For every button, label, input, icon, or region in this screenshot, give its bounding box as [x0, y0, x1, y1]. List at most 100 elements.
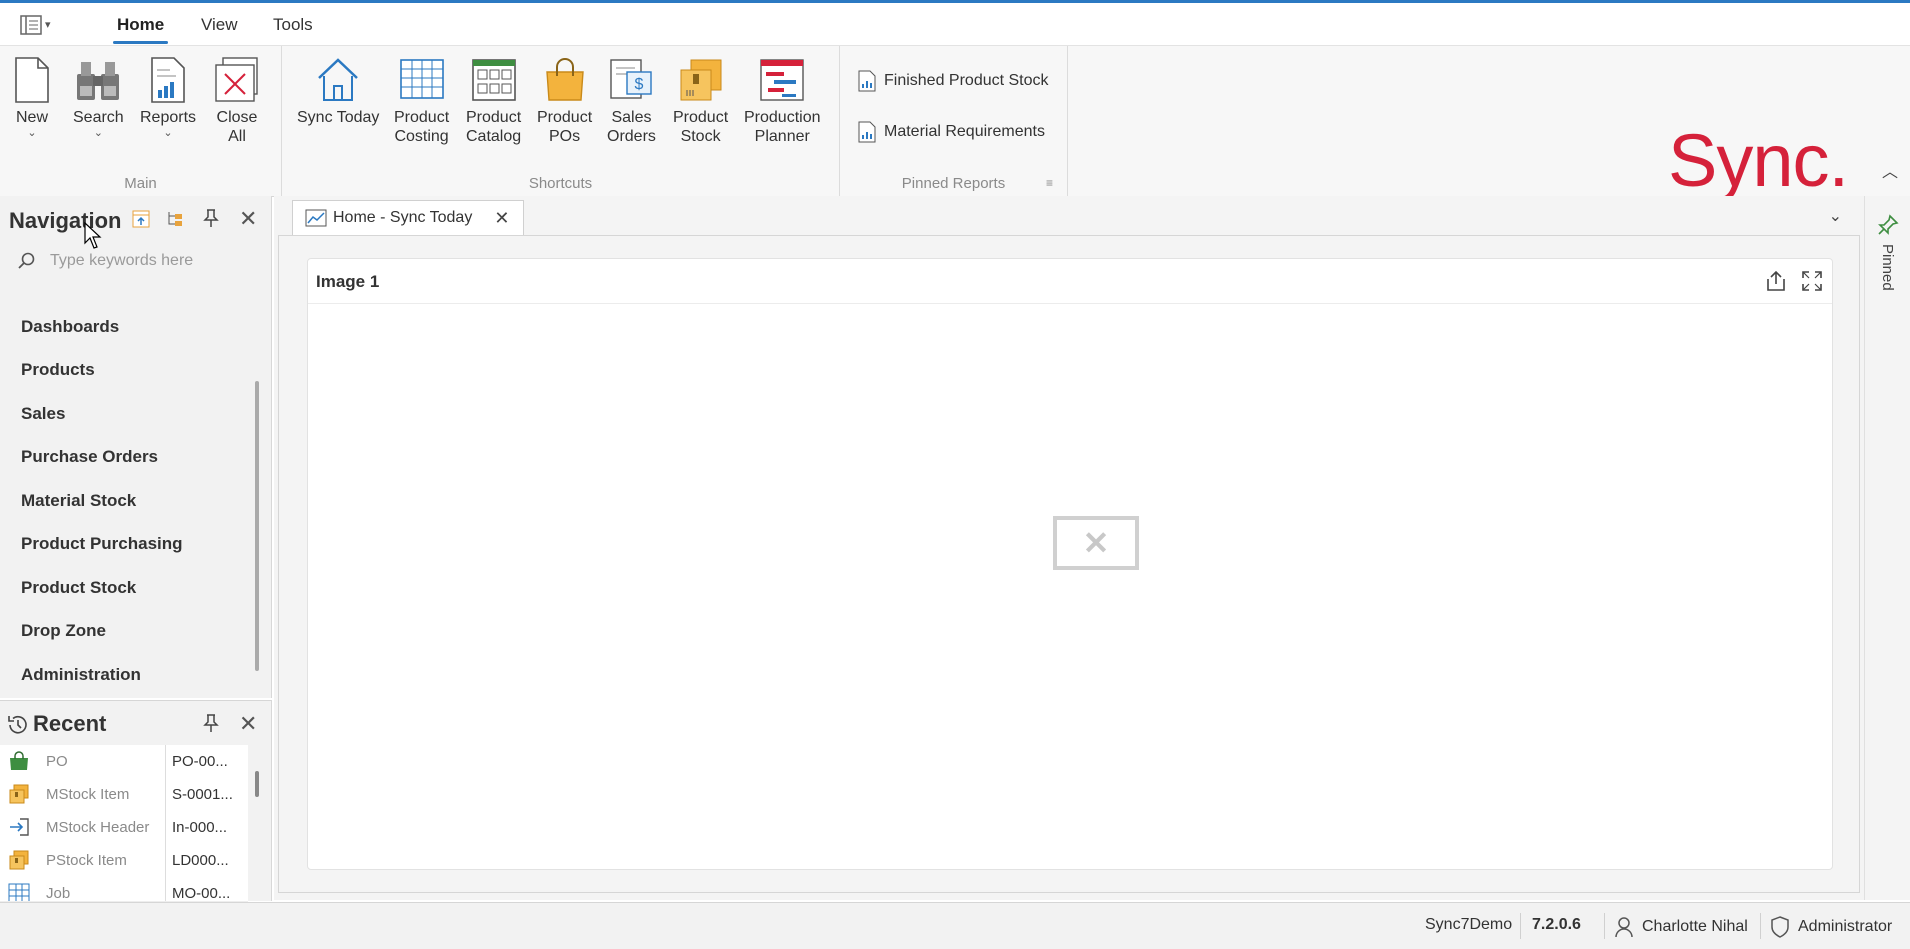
app-menu-button[interactable]: ▾ [20, 13, 58, 37]
status-separator [1760, 913, 1761, 939]
sync-today-label: Sync Today [297, 109, 380, 126]
collapse-ribbon-icon[interactable]: ︿ [1882, 158, 1898, 182]
nav-item-administration[interactable]: Administration [21, 665, 141, 685]
recent-row-type: PO [46, 753, 68, 770]
sales-orders-button[interactable]: $ Sales Orders [607, 56, 656, 146]
navigation-panel: Navigation ✕ Type keywords here Dashboar… [0, 196, 272, 698]
nav-item-sales[interactable]: Sales [21, 404, 65, 424]
shopping-bag-icon [545, 58, 584, 101]
group-options-icon[interactable]: ≡ [1046, 176, 1053, 190]
pin-icon[interactable] [203, 713, 219, 738]
recent-row[interactable]: Job MO-00... [0, 877, 248, 902]
pinned-report-finished-product-stock[interactable]: Finished Product Stock [858, 70, 1049, 92]
bag-icon [10, 751, 28, 770]
stock-box-icon [680, 59, 722, 101]
chevron-down-icon: ▾ [45, 19, 51, 31]
recent-row[interactable]: MStock Item S-0001... [0, 778, 248, 812]
sync-logo: Sync. [1668, 119, 1849, 202]
status-database: Sync7Demo [1425, 916, 1513, 933]
close-tab-icon[interactable]: ✕ [494, 208, 509, 229]
product-stock-button[interactable]: Product Stock [673, 56, 728, 146]
product-pos-button[interactable]: Product POs [537, 56, 592, 146]
recent-row-type: Job [46, 885, 71, 902]
tab-tools[interactable]: Tools [273, 15, 313, 35]
navigation-search[interactable]: Type keywords here [18, 248, 258, 274]
status-version: 7.2.0.6 [1532, 916, 1581, 933]
spreadsheet-icon [399, 59, 444, 99]
product-costing-label: Product [394, 109, 450, 126]
document-tab-home[interactable]: Home - Sync Today ✕ [292, 200, 524, 235]
image-card: Image 1 ✕ [307, 258, 1833, 870]
report-icon [858, 70, 876, 92]
status-role[interactable]: Administrator [1770, 916, 1892, 938]
image-card-header: Image 1 [308, 259, 1832, 304]
product-catalog-label-line2: Catalog [466, 128, 522, 145]
planner-gantt-icon [760, 59, 804, 101]
product-stock-label-line2: Stock [680, 128, 721, 145]
menu-bar: ▾ Home View Tools [0, 3, 1910, 45]
nav-item-products[interactable]: Products [21, 360, 95, 380]
sales-invoice-icon: $ [610, 59, 653, 99]
mouse-cursor-icon [84, 222, 102, 249]
pinned-strip[interactable]: Pinned [1864, 196, 1910, 900]
maximize-icon[interactable] [1800, 269, 1824, 293]
sync-today-button[interactable]: Sync Today [297, 56, 379, 127]
close-icon[interactable]: ✕ [239, 206, 257, 232]
ribbon-group-label-shortcuts: Shortcuts [528, 175, 593, 192]
search-input[interactable]: Type keywords here [50, 252, 193, 270]
pinned-report-material-requirements[interactable]: Material Requirements [858, 121, 1045, 143]
ribbon-group-shortcuts: Sync Today Product Costing Product Catal… [282, 46, 840, 196]
nav-item-purchase-orders[interactable]: Purchase Orders [21, 447, 158, 467]
nav-item-drop-zone[interactable]: Drop Zone [21, 621, 106, 641]
search-button[interactable]: Search ⌄ [73, 56, 124, 139]
chevron-down-icon: ⌄ [93, 127, 103, 139]
recent-row[interactable]: PStock Item LD000... [0, 844, 248, 878]
nav-item-product-stock[interactable]: Product Stock [21, 578, 136, 598]
tab-home[interactable]: Home [112, 15, 169, 44]
status-separator [1520, 913, 1521, 939]
status-role-name: Administrator [1798, 918, 1893, 935]
document-frame: Image 1 ✕ [278, 235, 1860, 893]
tab-view[interactable]: View [201, 15, 238, 35]
expand-all-icon[interactable] [132, 210, 150, 233]
product-catalog-label: Product [466, 109, 522, 126]
pinned-label: Pinned [1879, 244, 1896, 291]
broken-image-icon: ✕ [1053, 516, 1139, 570]
recent-row-type: MStock Header [46, 819, 150, 836]
chevron-down-icon: ⌄ [163, 127, 173, 139]
recent-row-type: PStock Item [46, 852, 127, 869]
recent-scrollbar[interactable] [255, 771, 259, 797]
close-all-button[interactable]: Close All [213, 56, 261, 146]
recent-row[interactable]: MStock Header In-000... [0, 811, 248, 845]
new-document-icon [15, 57, 49, 103]
report-chart-icon [151, 57, 185, 103]
tree-view-icon[interactable] [166, 210, 184, 233]
production-planner-button[interactable]: Production Planner [744, 56, 821, 146]
search-icon [18, 252, 35, 269]
catalog-icon [471, 59, 516, 101]
dashboard-chart-icon [305, 209, 327, 227]
pin-icon [1878, 214, 1899, 235]
nav-item-dashboards[interactable]: Dashboards [21, 317, 119, 337]
reports-button[interactable]: Reports ⌄ [140, 56, 196, 139]
pinned-report-label: Material Requirements [884, 123, 1045, 140]
sales-orders-label: Sales [611, 109, 652, 126]
tab-list-dropdown-icon[interactable]: ⌄ [1829, 206, 1842, 226]
status-user[interactable]: Charlotte Nihal [1614, 916, 1748, 938]
nav-item-material-stock[interactable]: Material Stock [21, 491, 136, 511]
search-button-label: Search [73, 109, 124, 126]
close-icon[interactable]: ✕ [239, 711, 257, 737]
nav-item-product-purchasing[interactable]: Product Purchasing [21, 534, 183, 554]
new-button[interactable]: New ⌄ [12, 56, 52, 139]
document-area: Home - Sync Today ✕ ⌄ Image 1 ✕ [274, 196, 1864, 900]
product-costing-button[interactable]: Product Costing [394, 56, 449, 146]
export-icon[interactable] [1764, 269, 1788, 293]
close-all-button-label-line2: All [228, 128, 246, 145]
stock-box-icon [9, 784, 29, 804]
pin-icon[interactable] [203, 208, 219, 233]
product-pos-label: Product [537, 109, 593, 126]
new-button-label: New [15, 109, 48, 126]
navigation-scrollbar[interactable] [255, 381, 259, 671]
recent-row[interactable]: PO PO-00... [0, 745, 248, 779]
product-catalog-button[interactable]: Product Catalog [466, 56, 521, 146]
